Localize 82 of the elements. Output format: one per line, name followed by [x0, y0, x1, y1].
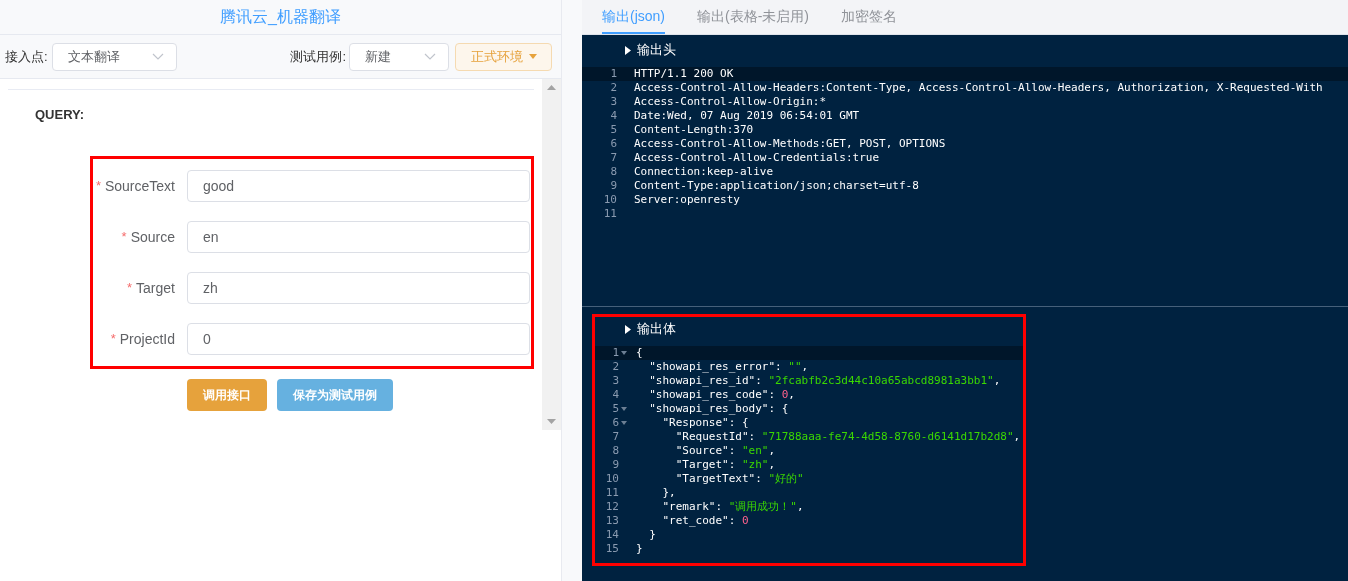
- code-line: "showapi_res_id": "2fcabfb2c3d44c10a65abcd8981a3bb1",: [648, 374, 1001, 387]
- section-title: 输出头: [637, 41, 676, 60]
- code-line: Content-Type:application/json;charset=utf-8: [634, 179, 919, 192]
- code-line: "showapi_res_code": 0,: [648, 388, 795, 401]
- chevron-down-icon: [151, 52, 164, 61]
- line-number: 8: [612, 444, 619, 458]
- code-line: "RequestId": "71788aaa-fe74-4d58-8760-d6141d17b2d8",: [674, 430, 1021, 443]
- line-number: 4: [612, 388, 619, 402]
- code-line: HTTP/1.1 200 OK: [634, 67, 734, 80]
- field-label: Target: [136, 278, 175, 298]
- line-number: 13: [605, 514, 619, 528]
- code-line: "showapi_res_error": "",: [648, 360, 809, 373]
- code-line: Access-Control-Allow-Credentials:true: [634, 151, 880, 164]
- line-number: 15: [605, 542, 619, 556]
- line-number: 12: [605, 500, 619, 514]
- line-number: 10: [603, 193, 617, 207]
- line-number: 5: [610, 123, 617, 137]
- line-number: 14: [605, 528, 619, 542]
- fold-arrow-icon[interactable]: [621, 351, 627, 355]
- code-line: "ret_code": 0: [661, 514, 749, 527]
- required-mark: *: [110, 330, 116, 349]
- code-line: "Source": "en",: [674, 444, 776, 457]
- line-number: 4: [610, 109, 617, 123]
- line-number: 1: [610, 67, 617, 81]
- code-line: Date:Wed, 07 Aug 2019 06:54:01 GMT: [634, 109, 860, 122]
- line-number: 6: [610, 137, 617, 151]
- scroll-down-icon[interactable]: [547, 419, 556, 424]
- code-line: Access-Control-Allow-Origin:*: [634, 95, 827, 108]
- scrollbar[interactable]: [542, 79, 561, 430]
- line-number: 9: [612, 458, 619, 472]
- scroll-up-icon[interactable]: [547, 85, 556, 90]
- field-label: ProjectId: [119, 329, 175, 349]
- line-number: 9: [610, 179, 617, 193]
- field-label: 测试用例:: [290, 47, 346, 66]
- code-line: Access-Control-Allow-Headers:Content-Type, Access-Control-Allow-Headers, Authorization, X-Requested-With: [634, 81, 1323, 94]
- line-number: 10: [605, 472, 619, 486]
- code-line: Server:openresty: [634, 193, 740, 206]
- line-number: 1: [612, 346, 619, 360]
- caret-down-icon: [528, 54, 537, 59]
- line-number: 7: [610, 151, 617, 165]
- code-line: },: [661, 486, 676, 499]
- input-field[interactable]: 0: [187, 323, 530, 355]
- line-number: 3: [612, 374, 619, 388]
- line-number: 6: [612, 416, 619, 430]
- line-number: 8: [610, 165, 617, 179]
- code-line: "TargetText": "好的": [674, 472, 804, 485]
- line-number: 2: [610, 81, 617, 95]
- code-line: }: [648, 528, 656, 541]
- line-number: 3: [610, 95, 617, 109]
- code-line: "Response": {: [661, 416, 749, 429]
- field-label: Source: [130, 227, 175, 247]
- line-number: 7: [612, 430, 619, 444]
- line-number: 11: [605, 486, 619, 500]
- code-line: "showapi_res_body": {: [648, 402, 789, 415]
- required-mark: *: [121, 228, 127, 247]
- fold-arrow-icon[interactable]: [621, 421, 627, 425]
- endpoint-select[interactable]: 文本翻译: [51, 42, 177, 71]
- expand-triangle-icon[interactable]: [625, 324, 631, 334]
- field-label: 接入点:: [5, 47, 48, 66]
- code-line: "Target": "zh",: [674, 458, 776, 471]
- section-title: 输出体: [637, 320, 676, 339]
- field-label: SourceText: [104, 176, 175, 196]
- code-line: "remark": "调用成功！",: [661, 500, 804, 513]
- section-title: QUERY:: [35, 106, 85, 124]
- page-title: 腾讯云_机器翻译: [220, 7, 341, 27]
- required-mark: *: [127, 279, 133, 298]
- code-line: Connection:keep-alive: [634, 165, 774, 178]
- line-number: 2: [612, 360, 619, 374]
- code-line: }: [636, 542, 643, 555]
- input-field[interactable]: en: [187, 221, 530, 253]
- code-line: Access-Control-Allow-Methods:GET, POST, OPTIONS: [634, 137, 946, 150]
- line-number: 11: [603, 207, 617, 221]
- chevron-down-icon: [424, 52, 436, 61]
- code-line: Content-Length:370: [634, 123, 754, 136]
- test-case-select[interactable]: 新建: [349, 42, 449, 71]
- input-field[interactable]: good: [187, 170, 530, 202]
- fold-arrow-icon[interactable]: [621, 407, 627, 411]
- required-mark: *: [95, 177, 101, 196]
- code-line: {: [636, 346, 643, 359]
- expand-triangle-icon[interactable]: [625, 45, 631, 55]
- input-field[interactable]: zh: [187, 272, 530, 304]
- line-number: 5: [612, 402, 619, 416]
